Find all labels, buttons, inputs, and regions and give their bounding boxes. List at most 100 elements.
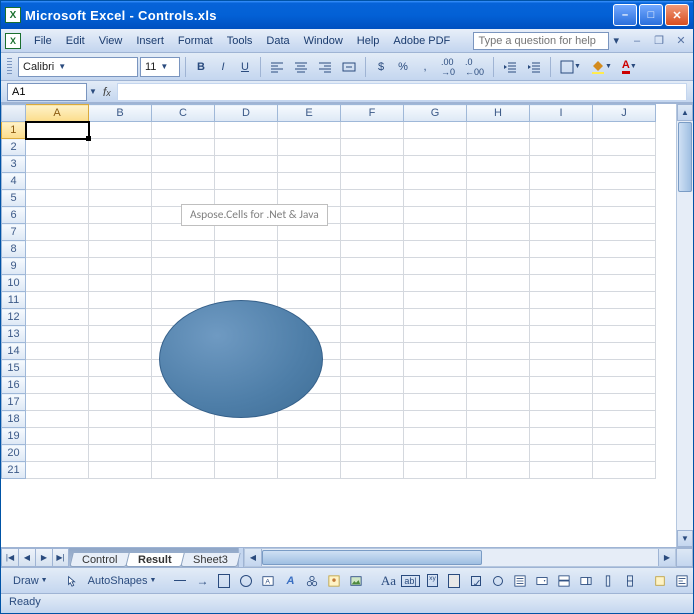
- menu-window[interactable]: Window: [297, 33, 350, 49]
- list-box-tool[interactable]: [510, 570, 530, 592]
- borders-button[interactable]: ▼: [556, 56, 585, 78]
- autoshapes-menu[interactable]: AutoShapes ▼: [84, 575, 161, 587]
- clipart-tool[interactable]: [324, 570, 344, 592]
- fill-color-button[interactable]: ▼: [587, 56, 616, 78]
- row-header[interactable]: 6: [2, 207, 26, 224]
- combo-drop-edit-tool[interactable]: [576, 570, 596, 592]
- tab-first-button[interactable]: |◀: [1, 548, 18, 567]
- label-tool[interactable]: Aa: [378, 570, 398, 592]
- mdi-minimize-button[interactable]: –: [629, 35, 645, 47]
- currency-button[interactable]: $: [371, 56, 391, 78]
- line-tool[interactable]: [170, 570, 190, 592]
- row-header[interactable]: 10: [2, 275, 26, 292]
- window-close-button[interactable]: ✕: [665, 4, 689, 26]
- help-search-input[interactable]: [473, 32, 609, 50]
- sheet-tab-result[interactable]: Result: [126, 553, 185, 567]
- row-header[interactable]: 12: [2, 309, 26, 326]
- row-header[interactable]: 5: [2, 190, 26, 207]
- edit-code-tool[interactable]: [672, 570, 692, 592]
- row-header[interactable]: 1: [2, 122, 26, 139]
- menu-format[interactable]: Format: [171, 33, 220, 49]
- col-header[interactable]: E: [278, 105, 341, 122]
- spinner-tool[interactable]: [620, 570, 640, 592]
- mdi-close-button[interactable]: ✕: [673, 34, 689, 47]
- row-header[interactable]: 19: [2, 428, 26, 445]
- edit-box-tool[interactable]: ab|: [400, 570, 420, 592]
- sheet-tab-sheet3[interactable]: Sheet3: [180, 553, 240, 567]
- col-header[interactable]: F: [341, 105, 404, 122]
- menu-data[interactable]: Data: [259, 33, 296, 49]
- row-header[interactable]: 4: [2, 173, 26, 190]
- row-header[interactable]: 11: [2, 292, 26, 309]
- decrease-indent-button[interactable]: [499, 56, 521, 78]
- menu-tools[interactable]: Tools: [220, 33, 260, 49]
- scroll-right-button[interactable]: ▶: [658, 549, 675, 566]
- decrease-decimal-button[interactable]: .0←00: [461, 56, 488, 78]
- namebox-dropdown-icon[interactable]: ▼: [89, 87, 97, 96]
- col-header[interactable]: C: [152, 105, 215, 122]
- row-header[interactable]: 18: [2, 411, 26, 428]
- font-size-combo[interactable]: 11▼: [140, 57, 180, 77]
- option-button-tool[interactable]: [488, 570, 508, 592]
- wordart-tool[interactable]: A: [280, 570, 300, 592]
- scroll-left-button[interactable]: ◀: [245, 549, 262, 566]
- col-header[interactable]: H: [467, 105, 530, 122]
- italic-button[interactable]: I: [213, 56, 233, 78]
- sheet-tab-control[interactable]: Control: [69, 553, 130, 567]
- menu-edit[interactable]: Edit: [59, 33, 92, 49]
- tab-next-button[interactable]: ▶: [35, 548, 52, 567]
- merge-center-button[interactable]: [338, 56, 360, 78]
- diagram-tool[interactable]: [302, 570, 322, 592]
- cell-selected[interactable]: [26, 122, 89, 139]
- increase-decimal-button[interactable]: .00→0: [437, 56, 459, 78]
- row-header[interactable]: 3: [2, 156, 26, 173]
- combo-list-edit-tool[interactable]: [554, 570, 574, 592]
- col-header[interactable]: A: [26, 105, 89, 122]
- row-header[interactable]: 21: [2, 462, 26, 479]
- bold-button[interactable]: B: [191, 56, 211, 78]
- row-header[interactable]: 14: [2, 343, 26, 360]
- menu-file[interactable]: File: [27, 33, 59, 49]
- col-header[interactable]: G: [404, 105, 467, 122]
- align-center-button[interactable]: [290, 56, 312, 78]
- select-all-corner[interactable]: [2, 105, 26, 122]
- vertical-scrollbar[interactable]: ▲ ▼: [676, 104, 693, 547]
- checkbox-tool[interactable]: ✓: [466, 570, 486, 592]
- control-properties-tool[interactable]: [650, 570, 670, 592]
- help-dropdown-icon[interactable]: ▾: [609, 30, 623, 52]
- menu-insert[interactable]: Insert: [129, 33, 171, 49]
- draw-menu[interactable]: Draw ▼: [9, 575, 52, 587]
- col-header[interactable]: I: [530, 105, 593, 122]
- scrollbar-tool[interactable]: [598, 570, 618, 592]
- row-header[interactable]: 7: [2, 224, 26, 241]
- align-right-button[interactable]: [314, 56, 336, 78]
- textbox-shape[interactable]: Aspose.Cells for .Net & Java: [181, 204, 328, 226]
- font-family-combo[interactable]: Calibri▼: [18, 57, 138, 77]
- row-header[interactable]: 20: [2, 445, 26, 462]
- align-left-button[interactable]: [266, 56, 288, 78]
- menu-view[interactable]: View: [92, 33, 130, 49]
- percent-button[interactable]: %: [393, 56, 413, 78]
- textbox-tool[interactable]: A: [258, 570, 278, 592]
- row-header[interactable]: 17: [2, 394, 26, 411]
- spreadsheet-grid[interactable]: A B C D E F G H I J 1 2 3 4 5 6 7 8: [1, 104, 656, 479]
- row-header[interactable]: 16: [2, 377, 26, 394]
- picture-tool[interactable]: [346, 570, 366, 592]
- col-header[interactable]: D: [215, 105, 278, 122]
- window-maximize-button[interactable]: □: [639, 4, 663, 26]
- increase-indent-button[interactable]: [523, 56, 545, 78]
- select-objects-button[interactable]: [62, 570, 82, 592]
- col-header[interactable]: B: [89, 105, 152, 122]
- fx-icon[interactable]: fx: [103, 85, 111, 99]
- window-minimize-button[interactable]: –: [613, 4, 637, 26]
- row-header[interactable]: 9: [2, 258, 26, 275]
- underline-button[interactable]: U: [235, 56, 255, 78]
- row-header[interactable]: 13: [2, 326, 26, 343]
- group-box-tool[interactable]: xy: [422, 570, 442, 592]
- horizontal-scrollbar[interactable]: ◀ ▶: [244, 548, 676, 567]
- toolbar-grip[interactable]: [7, 58, 12, 76]
- rectangle-tool[interactable]: [214, 570, 234, 592]
- mdi-restore-button[interactable]: ❐: [651, 34, 667, 47]
- scroll-up-button[interactable]: ▲: [677, 104, 693, 121]
- row-header[interactable]: 2: [2, 139, 26, 156]
